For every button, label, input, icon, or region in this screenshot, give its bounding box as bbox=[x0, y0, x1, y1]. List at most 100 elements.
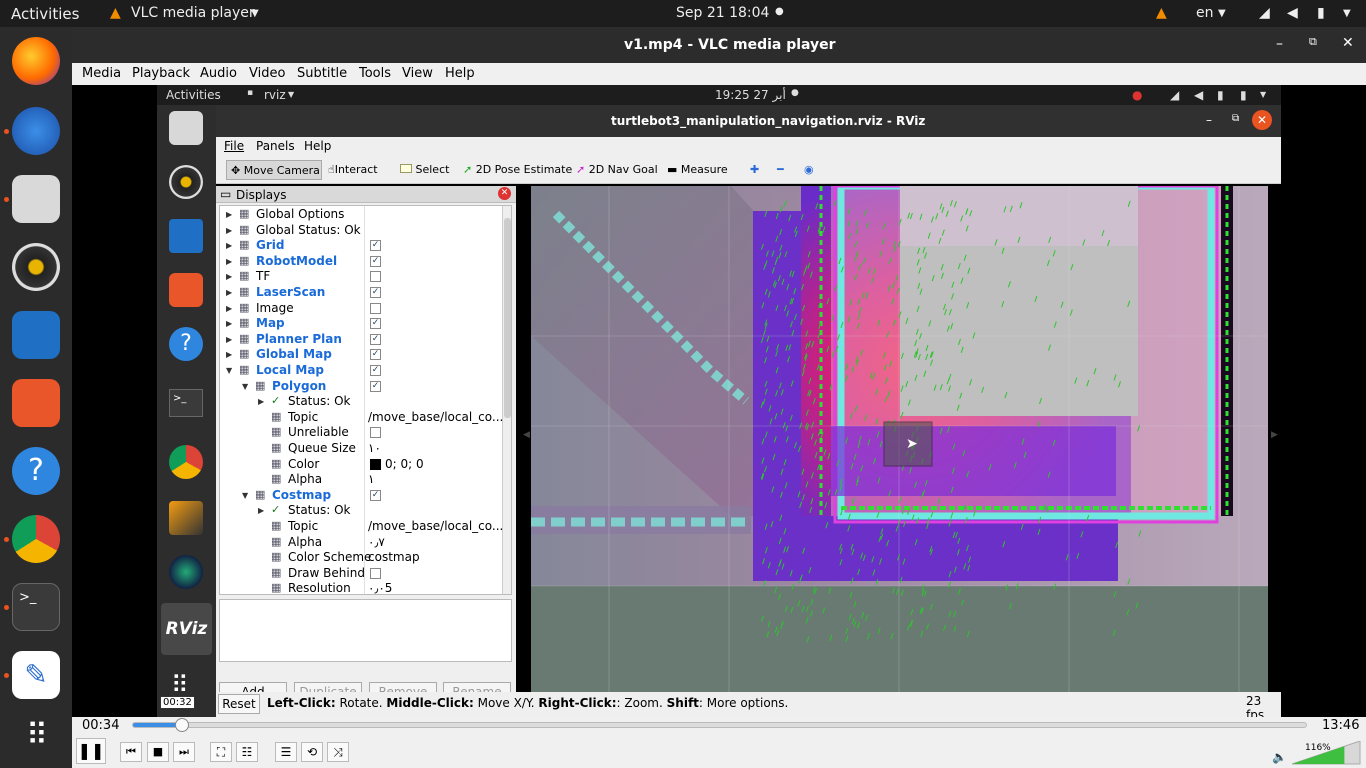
collapsed-arrow-icon: ▶ bbox=[226, 319, 233, 329]
menu-video[interactable]: Video bbox=[249, 66, 285, 81]
tree-value: /move_base/local_co... bbox=[368, 409, 504, 424]
tree-label: Resolution bbox=[288, 581, 351, 595]
seek-bar[interactable] bbox=[132, 718, 1307, 732]
close-panel-icon: ✕ bbox=[498, 187, 511, 200]
skip-forward-icon: ⏭ bbox=[179, 745, 189, 758]
tree-label: Unreliable bbox=[288, 425, 349, 440]
next-button[interactable]: ⏭ bbox=[173, 742, 195, 762]
stop-button[interactable]: ■ bbox=[147, 742, 169, 762]
text-editor-icon[interactable]: ✎ bbox=[12, 651, 60, 699]
menu-audio[interactable]: Audio bbox=[200, 66, 237, 81]
chrome-icon[interactable] bbox=[12, 515, 60, 563]
thunderbird-icon[interactable] bbox=[12, 107, 60, 155]
menu-tools[interactable]: Tools bbox=[359, 66, 391, 81]
shuffle-button[interactable]: ⤨ bbox=[327, 742, 349, 762]
speaker-icon[interactable]: 🔈 bbox=[1272, 750, 1287, 764]
rhythmbox-icon[interactable] bbox=[12, 243, 60, 291]
menu-playback[interactable]: Playback bbox=[132, 66, 190, 81]
loop-button[interactable]: ⟲ bbox=[301, 742, 323, 762]
menu-help[interactable]: Help bbox=[445, 66, 475, 81]
extended-settings-button[interactable]: ☷ bbox=[236, 742, 258, 762]
tree-value: /move_base/local_co... bbox=[368, 519, 504, 533]
activities-button[interactable]: Activities bbox=[11, 5, 79, 23]
tree-row: ▶ ▦ RobotModel ✓ bbox=[220, 254, 500, 270]
hint-key: Middle-Click: bbox=[386, 696, 474, 710]
vlc-tray-icon[interactable]: ▲ bbox=[1156, 5, 1167, 21]
rviz-app-icon: ▪ bbox=[247, 88, 254, 98]
display-checkbox: ✓ bbox=[370, 318, 381, 330]
software-center-icon[interactable] bbox=[12, 379, 60, 427]
volume-slider[interactable] bbox=[1292, 741, 1362, 765]
volume-icon[interactable]: ◀ bbox=[1287, 5, 1298, 21]
app-menu-label[interactable]: VLC media player bbox=[131, 5, 255, 21]
close-icon: ✕ bbox=[1252, 110, 1272, 130]
tree-label: Color bbox=[288, 456, 320, 471]
seek-handle[interactable] bbox=[175, 718, 190, 732]
previous-button[interactable]: ⏮ bbox=[120, 742, 142, 762]
maximize-icon[interactable]: ⧉ bbox=[1309, 35, 1317, 49]
status-ok-icon: ✓ bbox=[271, 503, 281, 517]
battery-icon[interactable]: ▮ bbox=[1317, 5, 1325, 21]
display-type-icon: ▦ bbox=[271, 519, 282, 532]
tree-label: LaserScan bbox=[256, 285, 326, 299]
show-apps-icon[interactable]: ⠿ bbox=[12, 713, 60, 761]
equalizer-icon: ☷ bbox=[241, 745, 253, 759]
rviz-title-bar: turtlebot3_manipulation_navigation.rviz … bbox=[216, 105, 1281, 137]
rviz-icon: RViz bbox=[161, 603, 212, 655]
running-indicator bbox=[4, 673, 9, 678]
menu-view[interactable]: View bbox=[402, 66, 433, 81]
language-indicator[interactable]: en bbox=[1196, 5, 1214, 21]
collapsed-arrow-icon: ▶ bbox=[226, 350, 233, 360]
close-icon[interactable]: ✕ bbox=[1342, 35, 1354, 51]
display-type-icon: ▦ bbox=[271, 425, 282, 439]
menu-media[interactable]: Media bbox=[82, 66, 121, 81]
tree-row: ▦ Alpha ٠٫٧ bbox=[220, 535, 500, 551]
tree-row: ▶ ▦ Planner Plan ✓ bbox=[220, 332, 500, 348]
system-menu-chevron-icon[interactable]: ▼ bbox=[1343, 8, 1351, 19]
chevron-down-icon[interactable]: ▼ bbox=[1218, 8, 1226, 19]
video-area[interactable]: Activities ▪ rviz ▼ 19:25 27 أبر ● ● ◢ ◀… bbox=[72, 85, 1366, 717]
inner-dock: ? >_ RViz ⠿ 00:32 bbox=[157, 105, 216, 717]
clock[interactable]: Sep 21 18:04 bbox=[676, 5, 769, 21]
chevron-down-icon[interactable]: ▼ bbox=[251, 8, 259, 19]
vlc-app-icon: ▲ bbox=[110, 5, 121, 21]
collapsed-arrow-icon: ▶ bbox=[258, 506, 265, 516]
tree-label: Map bbox=[256, 316, 285, 331]
running-indicator bbox=[4, 197, 9, 202]
move-camera-icon: ✥ bbox=[231, 164, 241, 177]
skip-back-icon: ⏮ bbox=[126, 745, 136, 758]
help-icon[interactable]: ? bbox=[12, 447, 60, 495]
playlist-button[interactable]: ☰ bbox=[275, 742, 297, 762]
tree-row: ▶ ▦ Global Map ✓ bbox=[220, 347, 500, 363]
notification-dot-icon: ● bbox=[775, 6, 784, 17]
wifi-icon: ◢ bbox=[1170, 88, 1180, 102]
pause-button[interactable]: ❚❚ bbox=[76, 738, 106, 764]
display-type-icon: ▦ bbox=[239, 285, 250, 298]
minimize-icon[interactable]: – bbox=[1276, 36, 1283, 52]
vlc-title-bar: v1.mp4 - VLC media player – ⧉ ✕ bbox=[72, 27, 1366, 63]
files-icon[interactable] bbox=[12, 175, 60, 223]
fullscreen-button[interactable]: ⛶ bbox=[210, 742, 232, 762]
collapsed-arrow-icon: ▶ bbox=[226, 210, 233, 219]
fullscreen-icon: ⛶ bbox=[216, 745, 226, 759]
terminal-icon[interactable]: >_ bbox=[12, 583, 60, 631]
tree-label: Polygon bbox=[272, 378, 327, 393]
inner-clock: 19:25 27 أبر bbox=[715, 88, 786, 102]
rviz-status-bar: Reset Left-Click: Rotate. Middle-Click: … bbox=[216, 692, 1281, 717]
displays-panel: ▭ Displays ✕ ▶ ▦ Global Options ▶ ▦ Global St… bbox=[216, 186, 516, 717]
menu-subtitle[interactable]: Subtitle bbox=[297, 66, 347, 81]
terminal-icon: >_ bbox=[169, 389, 203, 417]
displays-title: Displays bbox=[236, 188, 287, 202]
collapse-right-icon: ▶ bbox=[1271, 430, 1278, 440]
vlc-menu-bar: Media Playback Audio Video Subtitle Tool… bbox=[72, 63, 1366, 85]
tree-label: Costmap bbox=[272, 487, 332, 502]
battery-icon: ▮ bbox=[1240, 88, 1247, 102]
libreoffice-writer-icon[interactable] bbox=[12, 311, 60, 359]
wifi-icon[interactable]: ◢ bbox=[1259, 5, 1270, 21]
vlc-controls: 00:34 13:46 ❚❚ ⏮ ■ ⏭ ⛶ ☷ ☰ ⟲ ⤨ 🔈 116% bbox=[72, 717, 1366, 768]
display-type-icon: ▦ bbox=[239, 316, 250, 330]
display-type-icon: ▦ bbox=[271, 441, 282, 454]
firefox-icon[interactable] bbox=[12, 37, 60, 85]
tree-row: ▶ ▦ Image bbox=[220, 301, 500, 317]
playlist-icon: ☰ bbox=[280, 745, 292, 759]
